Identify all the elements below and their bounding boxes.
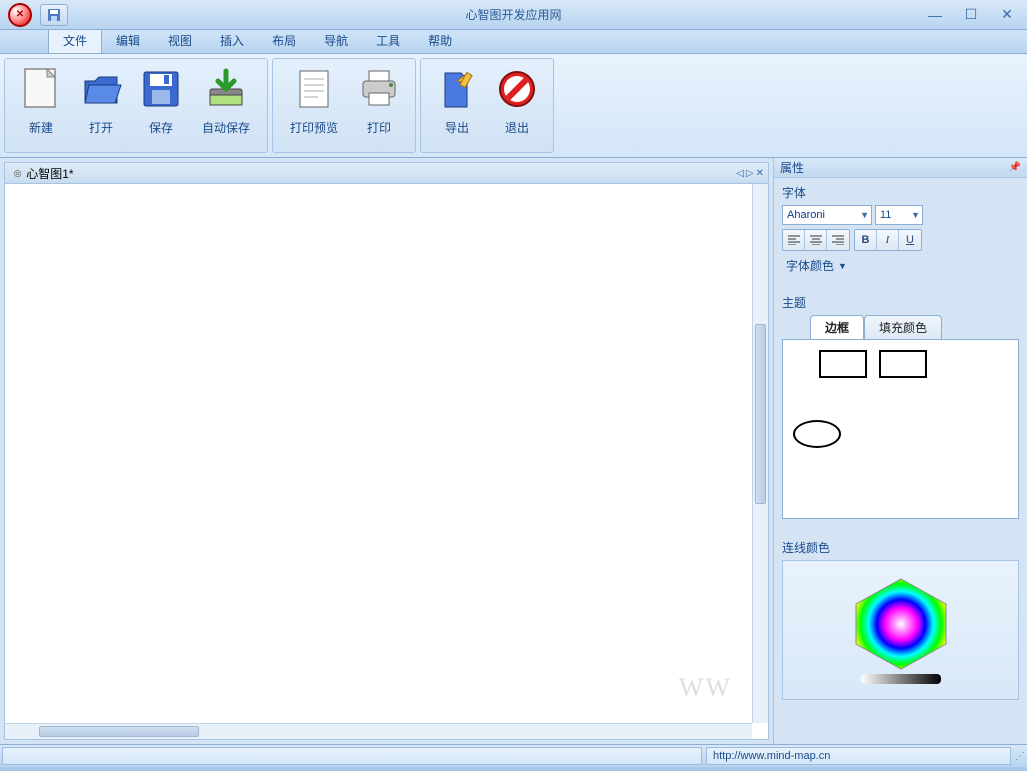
resize-grip-icon[interactable]: ⋰ xyxy=(1013,751,1027,762)
horizontal-scrollbar[interactable] xyxy=(5,723,752,739)
print-icon xyxy=(355,65,403,113)
save-icon xyxy=(137,65,185,113)
tab-border[interactable]: 边框 xyxy=(810,315,864,339)
menu-layout[interactable]: 布局 xyxy=(258,28,310,53)
vertical-scrollbar[interactable] xyxy=(752,184,768,723)
window-controls: — ☐ ✕ xyxy=(923,6,1019,24)
tab-prev-icon[interactable]: ◁ xyxy=(736,168,744,179)
open-button[interactable]: 打开 xyxy=(71,61,131,150)
shape-picker xyxy=(782,339,1019,519)
ribbon-group-file: 新建 打开 保存 自动保存 xyxy=(4,58,268,153)
menu-edit[interactable]: 编辑 xyxy=(102,28,154,53)
line-color-section: 连线颜色 xyxy=(774,533,1027,706)
font-section: 字体 Aharoni ▼ 11 ▼ B I xyxy=(774,178,1027,282)
theme-tabs: 边框 填充颜色 xyxy=(810,315,1019,339)
print-button[interactable]: 打印 xyxy=(349,61,409,150)
menu-tools[interactable]: 工具 xyxy=(362,28,414,53)
menu-view[interactable]: 视图 xyxy=(154,28,206,53)
export-icon xyxy=(433,65,481,113)
menu-insert[interactable]: 插入 xyxy=(206,28,258,53)
status-url: http://www.mind-map.cn xyxy=(706,747,1011,765)
status-bar: http://www.mind-map.cn ⋰ xyxy=(0,744,1027,767)
font-section-label: 字体 xyxy=(782,184,1019,201)
titlebar: ✕ 心智图开发应用网 — ☐ ✕ xyxy=(0,0,1027,30)
workspace: ⊗ 心智图1* ◁ ▷ ✕ WW 属性 📌 字体 xyxy=(0,158,1027,744)
tab-next-icon[interactable]: ▷ xyxy=(746,168,754,179)
chevron-down-icon: ▼ xyxy=(838,261,847,271)
align-group xyxy=(782,229,850,251)
tab-nav: ◁ ▷ ✕ xyxy=(736,168,768,179)
panel-title-bar: 属性 📌 xyxy=(774,158,1027,178)
window-title: 心智图开发应用网 xyxy=(465,6,561,23)
print-preview-icon xyxy=(290,65,338,113)
gray-scale[interactable] xyxy=(861,674,941,686)
shape-rectangle-2[interactable] xyxy=(879,350,927,378)
panel-title: 属性 xyxy=(780,159,804,176)
canvas[interactable]: WW xyxy=(5,184,752,723)
chevron-down-icon: ▼ xyxy=(860,210,869,220)
line-color-label: 连线颜色 xyxy=(782,539,1019,556)
autosave-button[interactable]: 自动保存 xyxy=(191,61,261,150)
style-group: B I U xyxy=(854,229,922,251)
font-color-combo[interactable]: 字体颜色 ▼ xyxy=(782,255,851,276)
minimize-button[interactable]: — xyxy=(923,6,947,24)
align-right-button[interactable] xyxy=(827,230,849,250)
ribbon: 新建 打开 保存 自动保存 打印预览 xyxy=(0,54,1027,158)
close-button[interactable]: ✕ xyxy=(995,6,1019,24)
open-icon xyxy=(77,65,125,113)
menu-help[interactable]: 帮助 xyxy=(414,28,466,53)
new-icon xyxy=(17,65,65,113)
tab-label: 心智图1* xyxy=(26,165,73,182)
align-center-button[interactable] xyxy=(805,230,827,250)
chevron-down-icon: ▼ xyxy=(911,210,920,220)
properties-panel: 属性 📌 字体 Aharoni ▼ 11 ▼ xyxy=(773,158,1027,744)
tab-close-icon[interactable]: ⊗ xyxy=(13,167,22,180)
theme-section-label: 主题 xyxy=(782,294,1019,311)
new-button[interactable]: 新建 xyxy=(11,61,71,150)
exit-icon xyxy=(493,65,541,113)
underline-button[interactable]: U xyxy=(899,230,921,250)
export-button[interactable]: 导出 xyxy=(427,61,487,150)
italic-button[interactable]: I xyxy=(877,230,899,250)
exit-button[interactable]: 退出 xyxy=(487,61,547,150)
save-button[interactable]: 保存 xyxy=(131,61,191,150)
app-menu-orb[interactable]: ✕ xyxy=(8,3,32,27)
ribbon-group-print: 打印预览 打印 xyxy=(272,58,416,153)
document-tabs: ⊗ 心智图1* ◁ ▷ ✕ xyxy=(4,162,769,184)
menu-file[interactable]: 文件 xyxy=(48,27,102,53)
canvas-wrap: WW xyxy=(4,184,769,740)
align-left-button[interactable] xyxy=(783,230,805,250)
quick-access-save[interactable] xyxy=(40,4,68,26)
print-preview-button[interactable]: 打印预览 xyxy=(279,61,349,150)
menu-bar: 文件 编辑 视图 插入 布局 导航 工具 帮助 xyxy=(0,30,1027,54)
hscroll-thumb[interactable] xyxy=(39,726,199,737)
color-hex-picker[interactable] xyxy=(782,560,1019,700)
theme-section: 主题 边框 填充颜色 xyxy=(774,288,1027,525)
save-icon xyxy=(47,8,61,22)
status-left xyxy=(2,747,702,765)
document-area: ⊗ 心智图1* ◁ ▷ ✕ WW xyxy=(0,158,773,744)
watermark: WW xyxy=(679,673,732,703)
shape-ellipse[interactable] xyxy=(793,420,841,448)
tab-fill[interactable]: 填充颜色 xyxy=(864,315,942,339)
ribbon-group-exit: 导出 退出 xyxy=(420,58,554,153)
tab-close-all-icon[interactable]: ✕ xyxy=(756,168,764,179)
font-name-combo[interactable]: Aharoni ▼ xyxy=(782,205,872,225)
shape-rectangle[interactable] xyxy=(819,350,867,378)
vscroll-thumb[interactable] xyxy=(755,324,766,504)
bold-button[interactable]: B xyxy=(855,230,877,250)
document-tab[interactable]: ⊗ 心智图1* xyxy=(5,165,82,182)
autosave-icon xyxy=(202,65,250,113)
pin-icon[interactable]: 📌 xyxy=(1009,162,1021,173)
menu-navigate[interactable]: 导航 xyxy=(310,28,362,53)
maximize-button[interactable]: ☐ xyxy=(959,6,983,24)
font-size-combo[interactable]: 11 ▼ xyxy=(875,205,923,225)
